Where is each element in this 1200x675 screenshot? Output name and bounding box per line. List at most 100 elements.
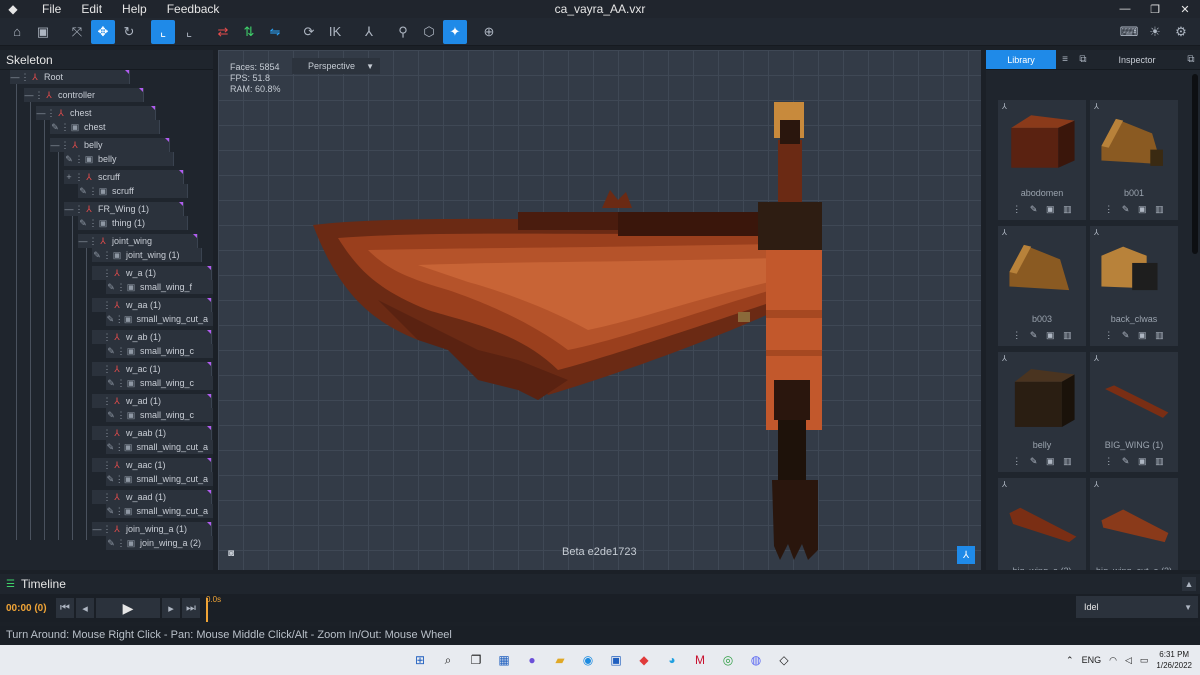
edit-icon[interactable]: ✎ bbox=[106, 442, 115, 453]
drag-handle-icon[interactable]: ⋮ bbox=[74, 172, 84, 183]
edit-icon[interactable]: ✎ bbox=[78, 186, 88, 197]
bone-node[interactable]: — ⋮ ⅄ Root bbox=[10, 70, 208, 84]
tab-inspector[interactable]: Inspector bbox=[1092, 50, 1182, 69]
sparkle-icon[interactable]: ✦ bbox=[443, 19, 467, 44]
collapse-icon[interactable]: ▲ bbox=[1182, 577, 1196, 591]
library-item[interactable]: ⅄big_wing_a (2)⋮✎▣▥ bbox=[998, 478, 1086, 570]
edit-icon[interactable]: ✎ bbox=[106, 538, 116, 549]
edit-icon[interactable]: ✎ bbox=[1030, 204, 1038, 215]
mesh-node[interactable]: ✎ ⋮ ▣ small_wing_c bbox=[106, 408, 213, 422]
duplicate-icon[interactable]: ▣ bbox=[1046, 456, 1055, 467]
edit-icon[interactable]: ✎ bbox=[64, 154, 74, 165]
bone-node[interactable]: ⋮ ⅄ w_ad (1) bbox=[92, 394, 212, 408]
duplicate-icon[interactable]: ▣ bbox=[1138, 330, 1147, 341]
library-item[interactable]: ⅄ b003 ⋮ ✎ ▣ ▥ bbox=[998, 226, 1086, 346]
mirror-y-icon[interactable]: ⇅ bbox=[237, 20, 261, 44]
chrome-icon[interactable]: ◎ bbox=[718, 649, 738, 671]
mesh-node[interactable]: ✎ ⋮ ▣ joint_wing (1) bbox=[92, 248, 208, 262]
drag-handle-icon[interactable]: ⋮ bbox=[115, 442, 124, 453]
next-frame-button[interactable]: ▸ bbox=[162, 598, 180, 618]
bone-node[interactable]: — ⋮ ⅄ belly bbox=[50, 138, 208, 152]
drag-handle-icon[interactable]: ⋮ bbox=[116, 538, 126, 549]
bone-node[interactable]: — ⋮ ⅄ chest bbox=[36, 106, 208, 120]
viewport[interactable]: Faces: 5854 FPS: 51.8 RAM: 60.8% Perspec… bbox=[218, 50, 981, 570]
light-icon[interactable]: ☀ bbox=[1143, 20, 1167, 44]
more-icon[interactable]: ⋮ bbox=[1012, 456, 1021, 467]
bone-icon[interactable]: ⅄ bbox=[357, 20, 381, 44]
duplicate-icon[interactable]: ▣ bbox=[1138, 204, 1147, 215]
bone-node[interactable]: ⋮ ⅄ w_ab (1) bbox=[92, 330, 212, 344]
prev-frame-button[interactable]: ◂ bbox=[76, 598, 94, 618]
drag-handle-icon[interactable]: ⋮ bbox=[46, 108, 56, 119]
duplicate-icon[interactable]: ▣ bbox=[1138, 456, 1147, 467]
drag-handle-icon[interactable]: ⋮ bbox=[102, 460, 112, 471]
library-scrollbar[interactable] bbox=[1192, 74, 1198, 254]
first-frame-button[interactable]: ⏮ bbox=[56, 598, 74, 618]
home-icon[interactable]: ⌂ bbox=[5, 20, 29, 44]
bone-node[interactable]: ⋮ ⅄ w_a (1) bbox=[92, 266, 212, 280]
drag-handle-icon[interactable]: ⋮ bbox=[102, 250, 112, 261]
task-view-icon[interactable]: ❐ bbox=[466, 649, 486, 671]
play-button[interactable]: ▶ bbox=[96, 598, 160, 618]
collapse-toggle-icon[interactable]: — bbox=[10, 72, 20, 82]
library-item[interactable]: ⅄ b001 ⋮ ✎ ▣ ▥ bbox=[1090, 100, 1178, 220]
voxel-app-icon[interactable]: ◇ bbox=[774, 649, 794, 671]
bone-node[interactable]: ⋮ ⅄ w_aa (1) bbox=[92, 298, 212, 312]
drag-handle-icon[interactable]: ⋮ bbox=[115, 314, 124, 325]
mesh-node[interactable]: ✎ ⋮ ▣ small_wing_cut_a bbox=[106, 472, 213, 486]
delete-icon[interactable]: ▥ bbox=[1155, 456, 1164, 467]
close-button[interactable]: ✕ bbox=[1170, 0, 1200, 18]
clock[interactable]: 6:31 PM 1/26/2022 bbox=[1156, 649, 1192, 671]
local-space-icon[interactable]: ⌞ bbox=[151, 19, 175, 44]
duplicate-icon[interactable]: ▣ bbox=[1046, 330, 1055, 341]
drag-handle-icon[interactable]: ⋮ bbox=[115, 506, 124, 517]
mesh-node[interactable]: ✎ ⋮ ▣ small_wing_f bbox=[106, 280, 213, 294]
menu-file[interactable]: File bbox=[32, 2, 71, 16]
move-tool-icon[interactable]: ✥ bbox=[91, 19, 115, 44]
more-icon[interactable]: ⋮ bbox=[1012, 330, 1021, 341]
mesh-node[interactable]: ✎ ⋮ ▣ small_wing_c bbox=[106, 376, 213, 390]
drag-handle-icon[interactable]: ⋮ bbox=[60, 122, 70, 133]
drag-handle-icon[interactable]: ⋮ bbox=[102, 396, 112, 407]
bone-node[interactable]: ⋮ ⅄ w_ac (1) bbox=[92, 362, 212, 376]
minimize-button[interactable]: — bbox=[1110, 0, 1140, 18]
discord-icon[interactable]: ◍ bbox=[746, 649, 766, 671]
collapse-toggle-icon[interactable]: — bbox=[92, 524, 102, 534]
delete-icon[interactable]: ▥ bbox=[1063, 456, 1072, 467]
edit-icon[interactable]: ✎ bbox=[78, 218, 88, 229]
ik-button[interactable]: IK bbox=[323, 20, 347, 44]
red-app-icon[interactable]: ◆ bbox=[634, 649, 654, 671]
drag-handle-icon[interactable]: ⋮ bbox=[102, 364, 112, 375]
drag-handle-icon[interactable]: ⋮ bbox=[88, 236, 98, 247]
mesh-node[interactable]: ✎ ⋮ ▣ belly bbox=[64, 152, 208, 166]
wifi-icon[interactable]: ◠ bbox=[1109, 655, 1117, 666]
delete-icon[interactable]: ▥ bbox=[1063, 330, 1072, 341]
edit-icon[interactable]: ✎ bbox=[1030, 456, 1038, 467]
animation-select[interactable]: Idel ▼ bbox=[1076, 596, 1198, 618]
file-explorer-icon[interactable]: ▰ bbox=[550, 649, 570, 671]
drag-handle-icon[interactable]: ⋮ bbox=[116, 410, 126, 421]
drag-handle-icon[interactable]: ⋮ bbox=[74, 154, 84, 165]
drag-handle-icon[interactable]: ⋮ bbox=[102, 492, 112, 503]
bone-node[interactable]: ⋮ ⅄ w_aad (1) bbox=[92, 490, 212, 504]
menu-help[interactable]: Help bbox=[112, 2, 157, 16]
collapse-toggle-icon[interactable]: — bbox=[24, 90, 34, 100]
mesh-node[interactable]: ✎ ⋮ ▣ small_wing_cut_a bbox=[106, 440, 213, 454]
bone-node[interactable]: — ⋮ ⅄ FR_Wing (1) bbox=[64, 202, 208, 216]
axis-gizmo-icon[interactable]: ⅄ bbox=[957, 546, 975, 564]
drag-handle-icon[interactable]: ⋮ bbox=[115, 474, 124, 485]
menu-edit[interactable]: Edit bbox=[71, 2, 112, 16]
maximize-button[interactable]: ❐ bbox=[1140, 0, 1170, 18]
delete-icon[interactable]: ▥ bbox=[1063, 204, 1072, 215]
drag-handle-icon[interactable]: ⋮ bbox=[102, 268, 112, 279]
library-item[interactable]: ⅄big_wing_cut_a (2)⋮✎▣▥ bbox=[1090, 478, 1178, 570]
edge-browser-icon[interactable]: ◉ bbox=[578, 649, 598, 671]
drag-handle-icon[interactable]: ⋮ bbox=[116, 378, 126, 389]
windows-start-icon[interactable]: ⊞ bbox=[410, 649, 430, 671]
collapse-toggle-icon[interactable]: — bbox=[78, 236, 88, 246]
bone-node[interactable]: — ⋮ ⅄ joint_wing bbox=[78, 234, 208, 248]
edit-icon[interactable]: ✎ bbox=[106, 314, 115, 325]
scale-tool-icon[interactable]: ⤧ bbox=[65, 20, 89, 44]
delete-icon[interactable]: ▥ bbox=[1155, 204, 1164, 215]
drag-handle-icon[interactable]: ⋮ bbox=[88, 218, 98, 229]
